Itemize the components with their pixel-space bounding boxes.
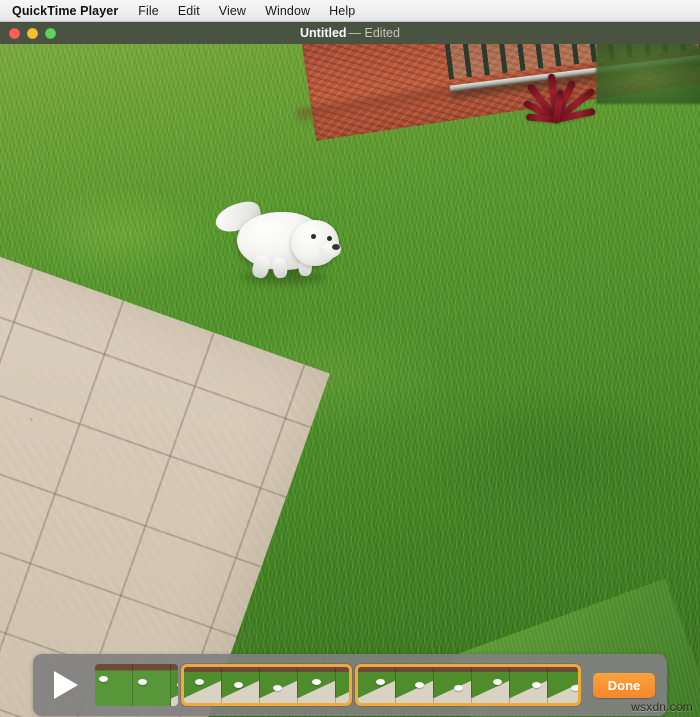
filmstrip-frame-puppy [351, 682, 352, 688]
window-title-bar[interactable]: Untitled — Edited [0, 22, 700, 44]
filmstrip-frame-puppy [376, 679, 386, 685]
filmstrip-frame [133, 664, 171, 706]
trim-toolbar: Done [33, 654, 667, 716]
filmstrip-frame [95, 664, 133, 706]
close-button[interactable] [9, 27, 20, 39]
filmstrip-segment-selected[interactable] [354, 664, 581, 706]
filmstrip-frame-puppy [176, 682, 178, 688]
filmstrip-frame [395, 667, 434, 703]
filmstrip-frame [221, 667, 260, 703]
filmstrip-frame-puppy [571, 685, 578, 691]
filmstrip-frame-puppy [194, 679, 204, 685]
filmstrip-frame [471, 667, 510, 703]
puppy-nose [332, 244, 340, 250]
traffic-light-group [9, 27, 56, 39]
filmstrip-frame-puppy [454, 685, 464, 691]
menu-item-help[interactable]: Help [329, 4, 355, 18]
background-shrub-right [596, 44, 700, 104]
filmstrip-segment[interactable] [95, 664, 178, 706]
video-canvas[interactable]: Done [0, 44, 700, 717]
filmstrip-timeline[interactable] [95, 663, 581, 707]
play-button[interactable] [33, 654, 95, 716]
filmstrip-frame-puppy [233, 682, 243, 688]
puppy-eye [311, 234, 316, 239]
burgundy-plant [512, 68, 608, 130]
filmstrip-frame [357, 667, 396, 703]
minimize-button[interactable] [27, 27, 38, 39]
filmstrip-frame-puppy [272, 685, 282, 691]
menu-item-file[interactable]: File [138, 4, 159, 18]
window-title-name: Untitled [300, 26, 347, 40]
filmstrip-frame [335, 667, 352, 703]
filmstrip-frame-puppy [137, 679, 147, 685]
quicktime-window: Untitled — Edited Done [0, 22, 700, 717]
puppy-eye [327, 236, 332, 241]
filmstrip-frame [433, 667, 472, 703]
running-puppy [212, 192, 347, 284]
filmstrip-frame-puppy [415, 682, 425, 688]
site-watermark: wsxdn.com [631, 700, 693, 714]
window-title-edited-badge: — Edited [348, 26, 400, 40]
macos-menu-bar: QuickTime Player File Edit View Window H… [0, 0, 700, 22]
filmstrip-frame [297, 667, 336, 703]
window-title: Untitled — Edited [0, 26, 700, 40]
zoom-button[interactable] [45, 27, 56, 39]
filmstrip-frame-puppy [99, 676, 108, 682]
play-icon [54, 671, 78, 699]
filmstrip-frame [547, 667, 578, 703]
menu-item-edit[interactable]: Edit [178, 4, 200, 18]
done-button[interactable]: Done [592, 672, 656, 698]
filmstrip-frame-puppy [493, 679, 503, 685]
filmstrip-frame [509, 667, 548, 703]
filmstrip-frame [259, 667, 298, 703]
menu-item-view[interactable]: View [219, 4, 246, 18]
filmstrip-frame [171, 664, 178, 706]
filmstrip-frame [183, 667, 222, 703]
done-button-container: Done [581, 672, 667, 698]
filmstrip-frame-puppy [532, 682, 542, 688]
menu-item-window[interactable]: Window [265, 4, 310, 18]
menu-app-name[interactable]: QuickTime Player [12, 4, 118, 18]
filmstrip-segment-selected[interactable] [180, 664, 352, 706]
filmstrip-frame-puppy [311, 679, 321, 685]
